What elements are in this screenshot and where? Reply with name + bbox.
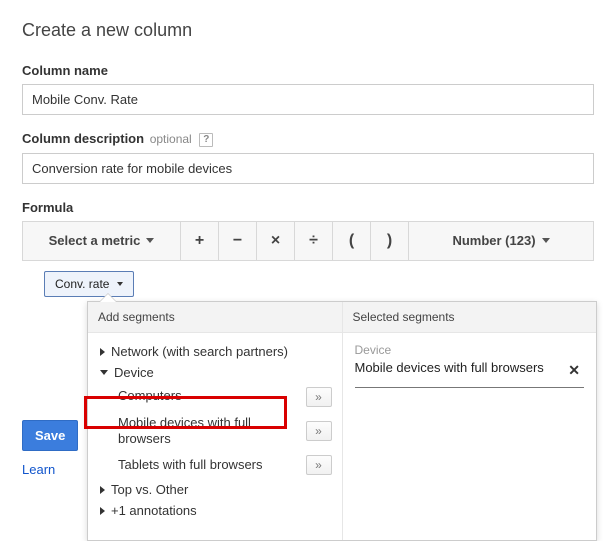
learn-link[interactable]: Learn <box>22 462 55 477</box>
add-computers-button[interactable]: » <box>306 387 332 407</box>
save-button[interactable]: Save <box>22 420 78 451</box>
selected-segments-col: Selected segments Device Mobile devices … <box>343 302 597 540</box>
metric-select-label: Select a metric <box>49 233 141 248</box>
op-rparen-button[interactable]: ) <box>371 222 409 260</box>
optional-label: optional <box>150 132 192 146</box>
number-format-label: Number (123) <box>452 233 535 248</box>
selected-category-label: Device <box>355 343 585 357</box>
group-annotations-label: +1 annotations <box>111 503 197 518</box>
group-device-label: Device <box>114 365 154 380</box>
group-top-other-label: Top vs. Other <box>111 482 188 497</box>
add-segments-header: Add segments <box>88 302 342 333</box>
conv-rate-chip-label: Conv. rate <box>55 277 109 291</box>
device-item-tablets-label: Tablets with full browsers <box>118 457 302 473</box>
group-device[interactable]: Device <box>96 362 342 383</box>
chevron-down-icon <box>146 238 154 243</box>
column-desc-input[interactable] <box>22 153 594 184</box>
device-item-mobile[interactable]: Mobile devices with full browsers » <box>96 411 342 452</box>
op-divide-button[interactable]: ÷ <box>295 222 333 260</box>
add-mobile-button[interactable]: » <box>306 421 332 441</box>
remove-selected-button[interactable]: ✕ <box>564 360 584 381</box>
selected-segment-row: Mobile devices with full browsers ✕ <box>355 360 585 388</box>
column-desc-label-text: Column description <box>22 131 144 146</box>
conv-rate-chip[interactable]: Conv. rate <box>44 271 134 297</box>
op-lparen-button[interactable]: ( <box>333 222 371 260</box>
triangle-right-icon <box>100 486 105 494</box>
op-plus-button[interactable]: + <box>181 222 219 260</box>
selected-segment-name: Mobile devices with full browsers <box>355 360 565 377</box>
op-times-button[interactable]: × <box>257 222 295 260</box>
help-icon[interactable]: ? <box>199 133 213 147</box>
device-item-mobile-label: Mobile devices with full browsers <box>118 415 302 448</box>
segments-panel: Add segments Network (with search partne… <box>87 301 597 541</box>
number-format-button[interactable]: Number (123) <box>409 222 593 260</box>
metric-select-button[interactable]: Select a metric <box>23 222 181 260</box>
triangle-right-icon <box>100 348 105 356</box>
group-network-label: Network (with search partners) <box>111 344 288 359</box>
chevron-down-icon <box>117 282 123 286</box>
chevron-down-icon <box>542 238 550 243</box>
device-item-tablets[interactable]: Tablets with full browsers » <box>96 451 342 479</box>
triangle-down-icon <box>100 370 108 375</box>
selected-segments-header: Selected segments <box>343 302 597 333</box>
op-minus-button[interactable]: − <box>219 222 257 260</box>
triangle-right-icon <box>100 507 105 515</box>
column-desc-label: Column description optional ? <box>22 131 594 147</box>
device-item-computers[interactable]: Computers » <box>96 383 342 411</box>
device-item-computers-label: Computers <box>118 388 302 404</box>
formula-label: Formula <box>22 200 594 215</box>
group-annotations[interactable]: +1 annotations <box>96 500 342 521</box>
group-top-other[interactable]: Top vs. Other <box>96 479 342 500</box>
column-name-input[interactable] <box>22 84 594 115</box>
add-tablets-button[interactable]: » <box>306 455 332 475</box>
column-name-label: Column name <box>22 63 594 78</box>
formula-bar: Select a metric + − × ÷ ( ) Number (123) <box>22 221 594 261</box>
popover-arrow <box>99 293 117 302</box>
group-network[interactable]: Network (with search partners) <box>96 341 342 362</box>
page-title: Create a new column <box>22 20 594 41</box>
add-segments-list[interactable]: Network (with search partners) Device Co… <box>88 333 342 540</box>
